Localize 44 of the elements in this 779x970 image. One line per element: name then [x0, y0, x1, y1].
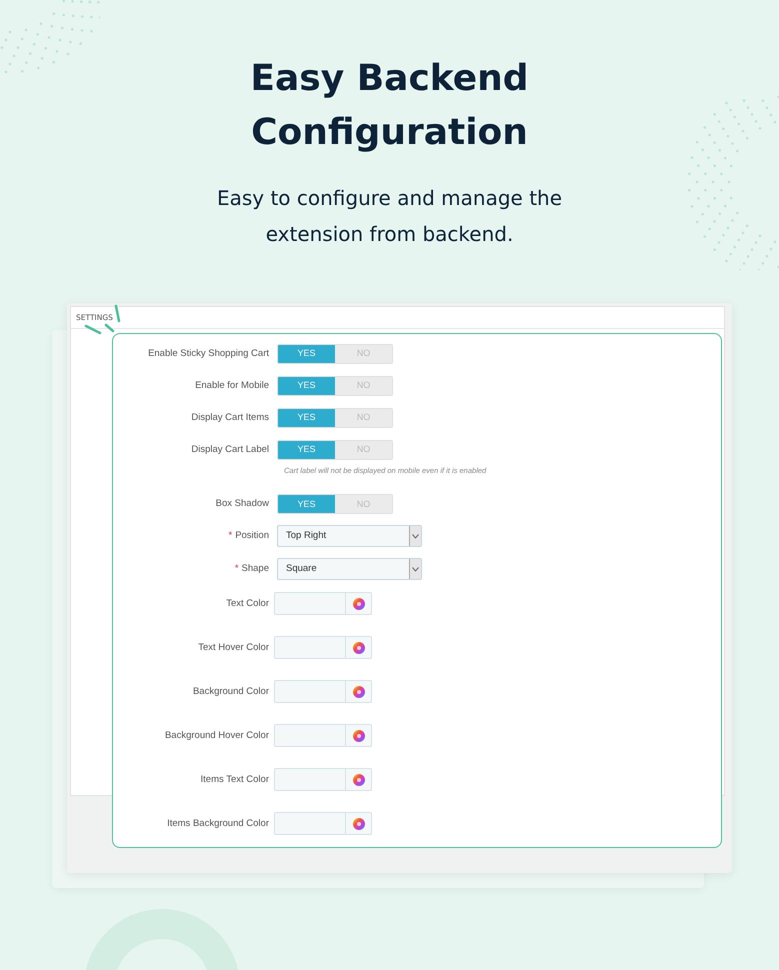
- field-label: Enable Sticky Shopping Cart: [148, 348, 269, 359]
- color-wheel-icon: [352, 774, 364, 786]
- switch-option[interactable]: YES: [278, 441, 335, 459]
- color-picker-button[interactable]: [346, 724, 372, 748]
- field-label: Position: [235, 530, 269, 542]
- dropdown-field[interactable]: Square: [277, 558, 422, 580]
- field-label: Background Color: [192, 686, 269, 697]
- switch-option[interactable]: YES: [278, 345, 335, 363]
- field-label: Items Background Color: [167, 818, 269, 829]
- color-picker-button[interactable]: [346, 636, 372, 660]
- field-label: Display Cart Items: [191, 412, 269, 423]
- color-wheel-icon: [352, 686, 364, 698]
- chevron-down-icon: [412, 534, 419, 539]
- color-wheel-icon: [352, 818, 364, 830]
- color-picker-button[interactable]: [346, 592, 372, 616]
- switch-option[interactable]: YES: [278, 409, 335, 427]
- color-input-field[interactable]: [274, 768, 346, 792]
- field-label: Text Hover Color: [198, 642, 269, 653]
- color-wheel-icon: [352, 642, 364, 654]
- field-label: Enable for Mobile: [195, 380, 269, 391]
- color-input-field[interactable]: [274, 636, 346, 660]
- required-asterisk: *: [228, 530, 232, 542]
- switch-option[interactable]: YES: [278, 377, 335, 395]
- required-asterisk: *: [234, 563, 239, 574]
- field-label: Display Cart Label: [191, 444, 269, 455]
- color-wheel-icon: [352, 598, 364, 610]
- field-label: Box Shadow: [216, 498, 269, 510]
- color-picker-button[interactable]: [346, 812, 372, 836]
- color-wheel-icon: [352, 730, 364, 742]
- field-label: Background Hover Color: [164, 730, 269, 741]
- field-label: Items Text Color: [200, 774, 269, 785]
- field-label: Text Color: [226, 598, 269, 609]
- field-label: Shape: [242, 563, 269, 574]
- color-picker-button[interactable]: [346, 768, 372, 792]
- color-input-field[interactable]: [274, 680, 346, 704]
- dropdown-field[interactable]: Top Right: [277, 525, 422, 548]
- chevron-down-icon: [412, 566, 419, 572]
- color-input-field[interactable]: [274, 812, 346, 836]
- switch-option[interactable]: YES: [278, 495, 335, 514]
- page-subheading: Easy to configure and manage the extension from backend.: [216, 185, 564, 248]
- color-input-field[interactable]: [274, 724, 346, 748]
- color-picker-button[interactable]: [346, 680, 372, 704]
- color-input-field[interactable]: [274, 592, 346, 616]
- page-heading: Easy Backend Configuration: [249, 57, 530, 155]
